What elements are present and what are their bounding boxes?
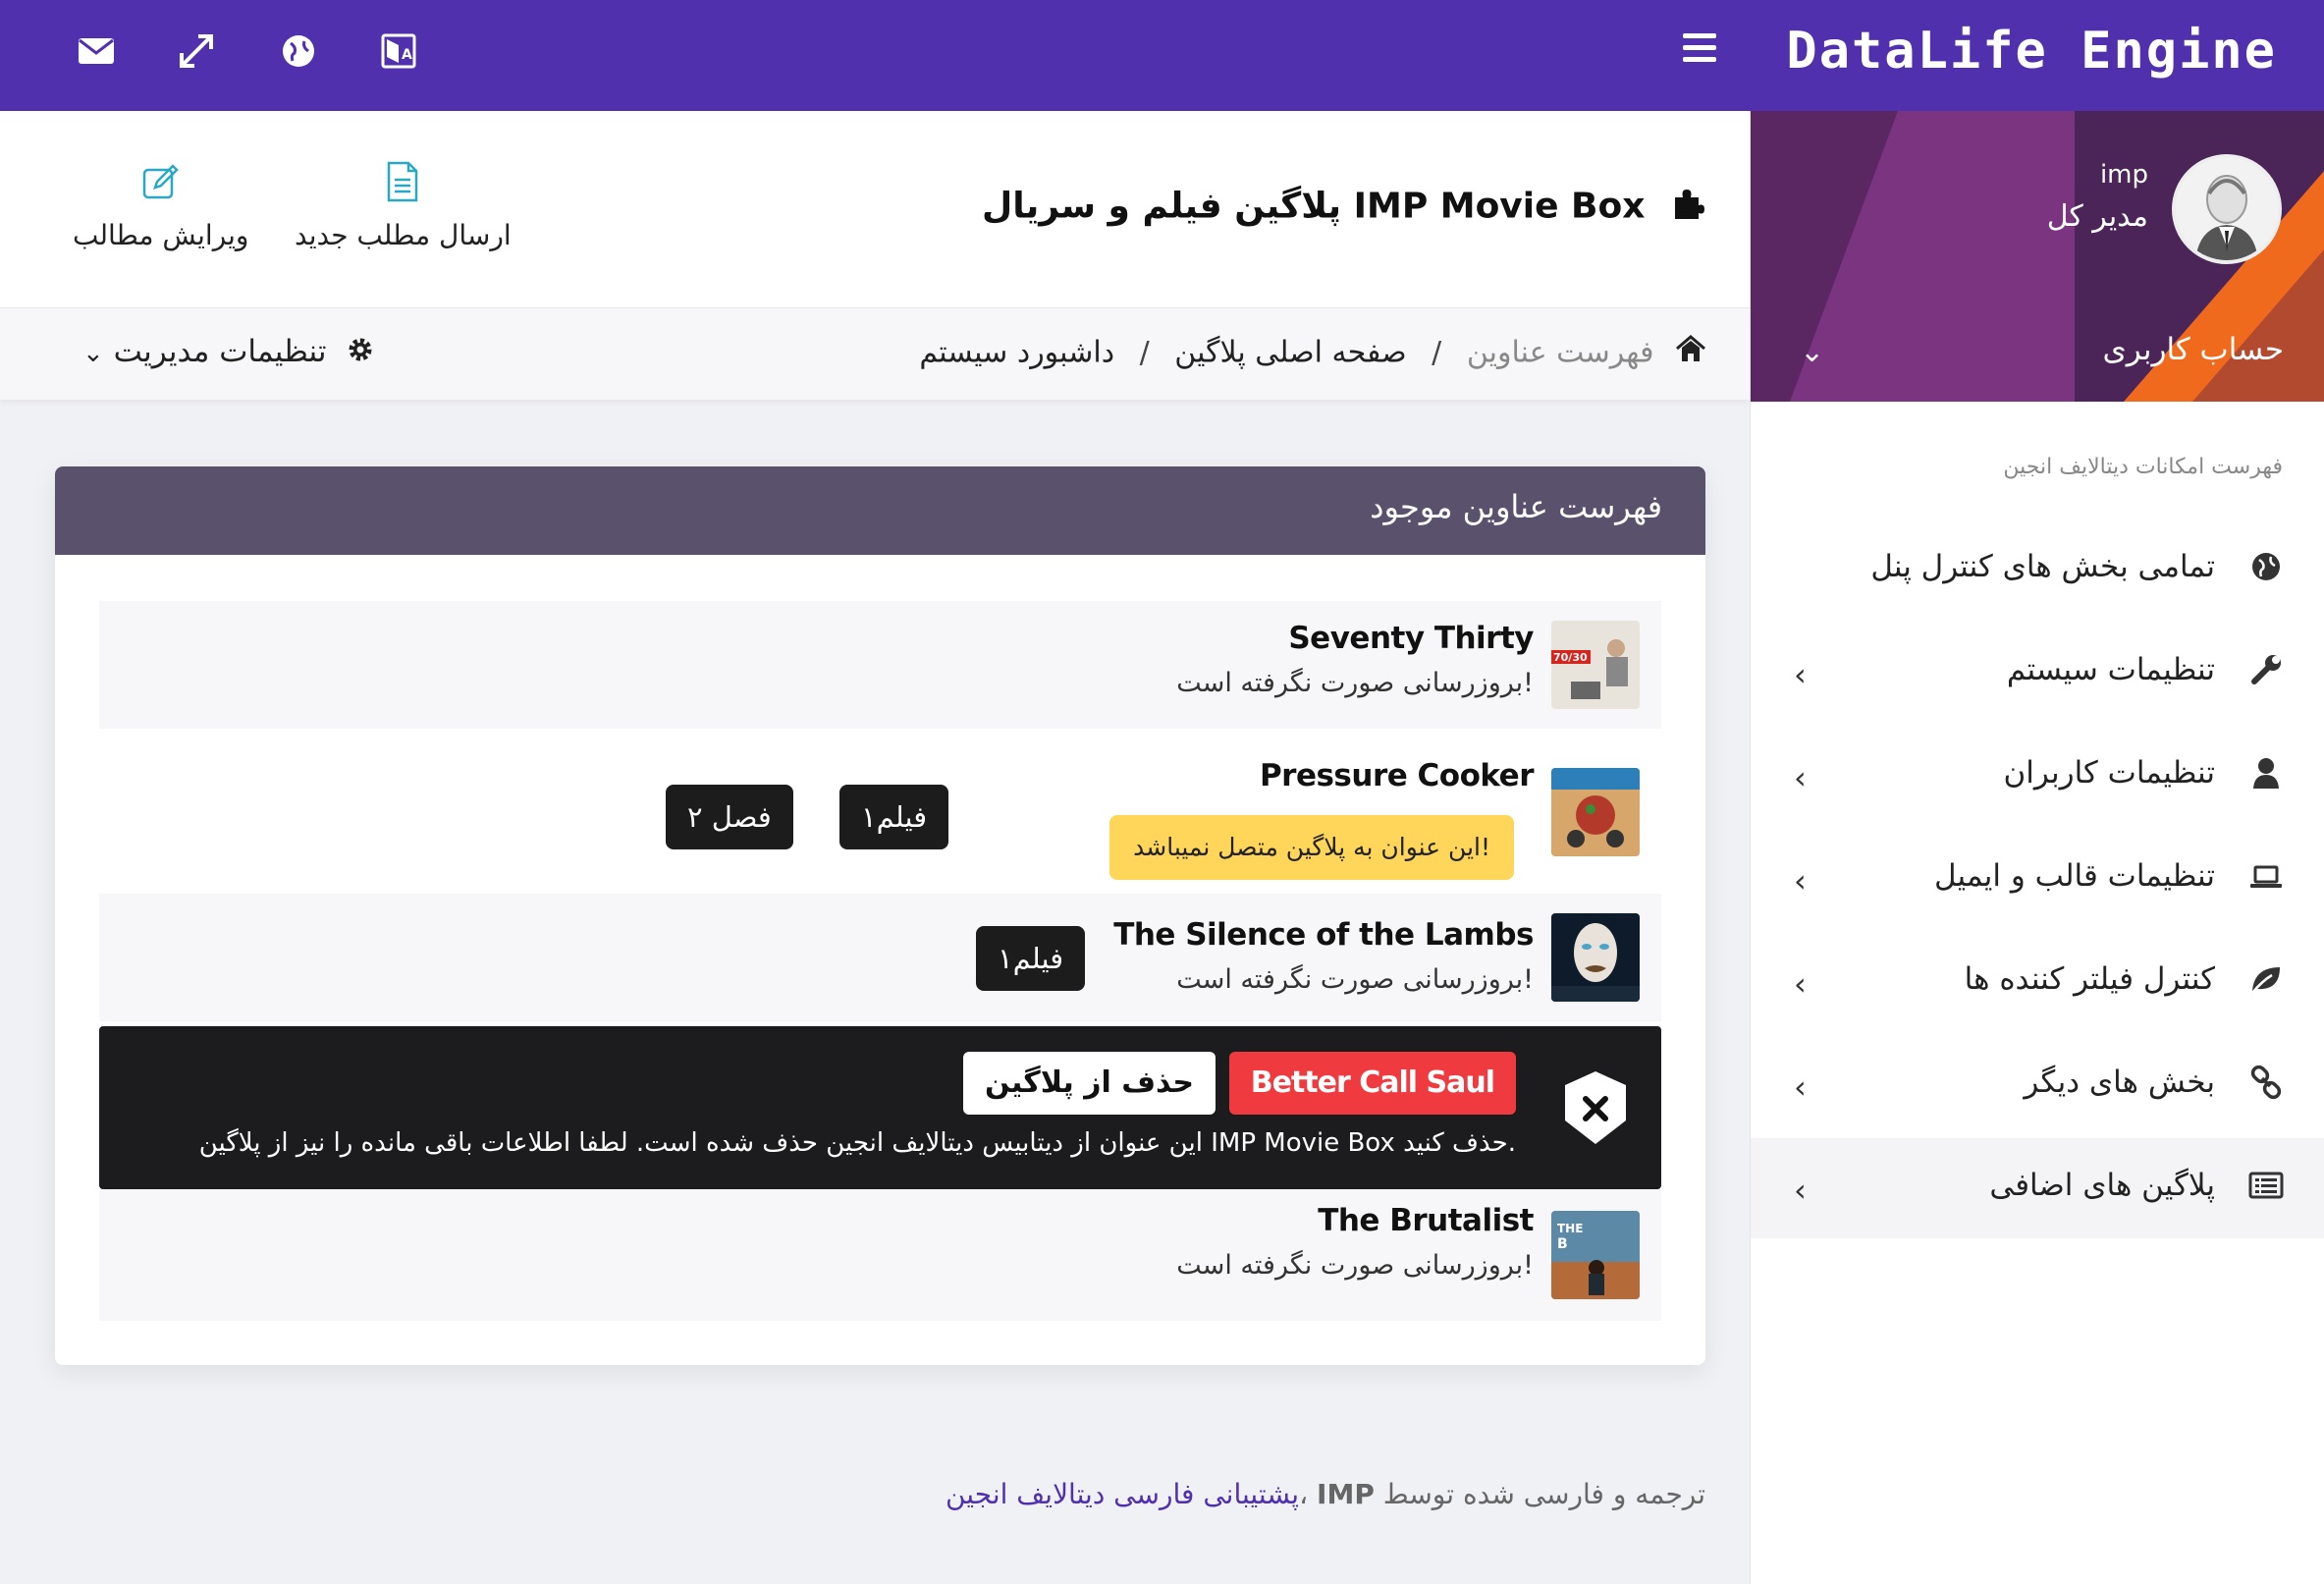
title-name: Seventy Thirty: [1288, 621, 1534, 656]
hamburger-menu-icon[interactable]: [1683, 33, 1716, 63]
chevron-left-icon: ‹: [1794, 1172, 1807, 1209]
sidebar-item-control-panel[interactable]: تمامی بخش های کنترل پنل: [1751, 519, 2324, 620]
expand-icon[interactable]: [175, 29, 218, 73]
breadcrumb-dashboard[interactable]: داشبورد سیستم: [919, 336, 1114, 370]
wrench-icon: [2248, 652, 2284, 687]
edit-posts-label: ویرایش مطالب: [73, 219, 249, 251]
movies-badge[interactable]: ۱فیلم: [976, 926, 1086, 991]
update-status: بروزرسانی صورت نگرفته است!: [1176, 1250, 1534, 1281]
list-item: THE B The Brutalist بروزرسانی صورت نگرفته…: [99, 1189, 1661, 1321]
deleted-title-message: این عنوان از دیتابیس دیتالایف انجین حذف …: [198, 1128, 1516, 1158]
puzzle-icon: [1671, 186, 1706, 230]
edit-icon: [141, 160, 181, 203]
poster-silence-of-the-lambs[interactable]: [1551, 913, 1640, 1002]
remove-from-plugin-button[interactable]: حذف از پلاگین: [963, 1052, 1216, 1115]
card-title: فهرست عناوین موجود: [55, 466, 1705, 555]
new-post-button[interactable]: ارسال مطلب جدید: [295, 160, 512, 251]
footer-credit: پشتیبانی فارسی دیتالایف انجین، IMP ترجمه…: [946, 1478, 1705, 1510]
admin-settings-dropdown[interactable]: ⌄ تنظیمات مدیریت: [82, 334, 375, 372]
update-status: بروزرسانی صورت نگرفته است!: [1176, 668, 1534, 698]
poster-seventy-thirty[interactable]: 70/30: [1551, 621, 1640, 709]
title-name: The Silence of the Lambs: [1113, 917, 1534, 953]
sidebar-item-label: تنظیمات سیستم: [2006, 652, 2215, 687]
chevron-left-icon: ‹: [1794, 759, 1807, 796]
sidebar-item-template-email[interactable]: تنظیمات قالب و ایمیل ‹: [1751, 829, 2324, 929]
breadcrumb-plugin-home[interactable]: صفحه اصلی پلاگین: [1174, 336, 1406, 370]
user-role: مدیر کل: [2046, 199, 2148, 234]
close-shield-icon[interactable]: [1563, 1069, 1628, 1146]
breadcrumb-separator: /: [1139, 335, 1150, 370]
list-item: The Silence of the Lambs بروزرسانی صورت …: [99, 894, 1661, 1021]
poster-pressure-cooker[interactable]: [1551, 768, 1640, 856]
chevron-down-icon: ⌄: [82, 339, 104, 368]
chevron-down-icon[interactable]: ⌄: [1800, 335, 1824, 369]
page-title: پلاگین فیلم و سریال IMP Movie Box: [982, 186, 1706, 230]
sidebar-caption: فهرست امکانات دیتالایف انجین: [2003, 455, 2283, 479]
home-icon[interactable]: [1675, 334, 1706, 371]
list-item: 70/30 Seventy Thirty بروزرسانی صورت نگرف…: [99, 601, 1661, 729]
not-linked-warning: این عنوان به پلاگین متصل نمیباشد!: [1109, 815, 1514, 880]
sidebar-item-filters[interactable]: کنترل فیلتر کننده ها ‹: [1751, 932, 2324, 1032]
page-header: پلاگین فیلم و سریال IMP Movie Box ارسال …: [0, 111, 1750, 307]
chevron-left-icon: ‹: [1794, 965, 1807, 1003]
movies-badge[interactable]: ۱فیلم: [839, 785, 949, 849]
list-icon: [2248, 1168, 2284, 1203]
profile-panel: imp مدیر کل حساب کاربری ⌄: [1751, 111, 2324, 402]
globe-icon: [2248, 549, 2284, 584]
new-post-label: ارسال مطلب جدید: [295, 219, 512, 251]
sidebar-item-label: تنظیمات کاربران: [2003, 755, 2215, 791]
breadcrumb: فهرست عناوین / صفحه اصلی پلاگین / داشبور…: [919, 334, 1706, 371]
sidebar: imp مدیر کل حساب کاربری ⌄ فهرست امکانات …: [1750, 111, 2324, 1584]
edit-posts-button[interactable]: ویرایش مطالب: [73, 160, 248, 251]
support-link[interactable]: پشتیبانی فارسی دیتالایف انجین: [946, 1478, 1299, 1510]
titles-card: فهرست عناوین موجود 70/30 Seventy Thirty …: [55, 466, 1705, 1365]
sidebar-item-label: بخش های دیگر: [2024, 1065, 2215, 1100]
sidebar-item-label: تنظیمات قالب و ایمیل: [1934, 858, 2215, 894]
list-item: Pressure Cooker این عنوان به پلاگین متصل…: [99, 729, 1661, 880]
chevron-left-icon: ‹: [1794, 1068, 1807, 1106]
leaf-icon: [2248, 961, 2284, 997]
sidebar-item-label: کنترل فیلتر کننده ها: [1964, 961, 2215, 997]
username: imp: [2099, 160, 2148, 190]
translate-icon[interactable]: A: [377, 29, 420, 73]
deleted-title-alert: Better Call Saul حذف از پلاگین این عنوان…: [99, 1026, 1661, 1189]
link-icon: [2248, 1065, 2284, 1100]
deleted-title-name[interactable]: Better Call Saul: [1228, 1052, 1516, 1115]
user-icon: [2248, 755, 2284, 791]
sidebar-item-other-sections[interactable]: بخش های دیگر ‹: [1751, 1035, 2324, 1135]
brand-logo[interactable]: DataLife Engine: [1786, 22, 2277, 81]
gear-icon: [346, 335, 375, 372]
chevron-left-icon: ‹: [1794, 656, 1807, 693]
laptop-icon: [2248, 858, 2284, 894]
update-status: بروزرسانی صورت نگرفته است!: [1176, 964, 1534, 995]
chevron-left-icon: ‹: [1794, 862, 1807, 900]
svg-text:A: A: [402, 47, 412, 63]
svg-text:THE: THE: [1557, 1222, 1583, 1235]
sidebar-item-system-settings[interactable]: تنظیمات سیستم ‹: [1751, 623, 2324, 723]
globe-icon[interactable]: [277, 29, 320, 73]
breadcrumb-bar: فهرست عناوین / صفحه اصلی پلاگین / داشبور…: [0, 307, 1750, 400]
sidebar-item-label: پلاگین های اضافی: [1989, 1168, 2215, 1203]
sidebar-item-user-settings[interactable]: تنظیمات کاربران ‹: [1751, 726, 2324, 826]
svg-text:B: B: [1557, 1236, 1568, 1252]
top-navbar: A DataLife Engine: [0, 0, 2324, 111]
seasons-badge[interactable]: ۲ فصل: [666, 785, 793, 849]
page-title-text: پلاگین فیلم و سریال IMP Movie Box: [981, 186, 1646, 227]
footer-separator: ،: [1299, 1478, 1318, 1510]
title-name: The Brutalist: [1318, 1203, 1534, 1238]
title-name: Pressure Cooker: [1259, 758, 1535, 793]
svg-text:70/30: 70/30: [1553, 651, 1588, 664]
account-menu-label[interactable]: حساب کاربری: [2103, 332, 2284, 367]
admin-settings-label: تنظیمات مدیریت: [113, 334, 327, 369]
sidebar-item-label: تمامی بخش های کنترل پنل: [1870, 549, 2215, 584]
breadcrumb-current: فهرست عناوین: [1466, 335, 1654, 370]
new-document-icon: [383, 160, 422, 203]
mail-icon[interactable]: [75, 29, 118, 73]
footer-imp: IMP: [1317, 1478, 1375, 1510]
avatar[interactable]: [2172, 154, 2282, 264]
sidebar-item-extra-plugins[interactable]: پلاگین های اضافی ‹: [1751, 1138, 2324, 1238]
breadcrumb-separator: /: [1432, 335, 1442, 370]
footer-prefix: ترجمه و فارسی شده توسط: [1382, 1478, 1705, 1510]
poster-the-brutalist[interactable]: THE B: [1551, 1211, 1640, 1299]
